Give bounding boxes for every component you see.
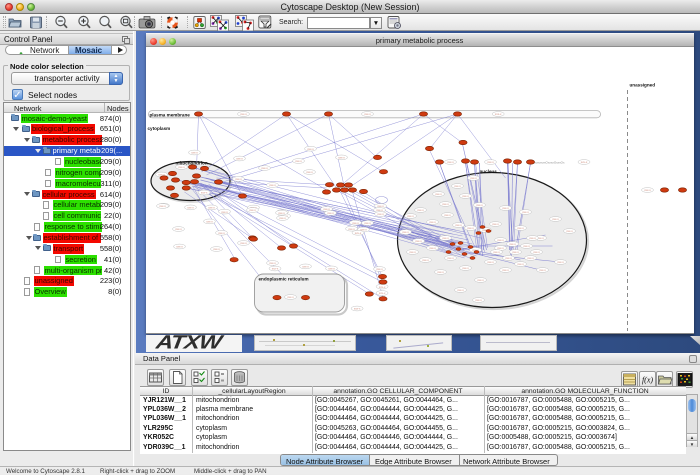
svg-text:xxx-x: xxx-x (200, 191, 207, 195)
svg-text:xxx-x: xxx-x (328, 267, 335, 271)
svg-text:xxx-x: xxx-x (476, 203, 483, 207)
svg-text:xxx-x: xxx-x (271, 267, 278, 271)
svg-text:xxx-x: xxx-x (213, 247, 220, 251)
svg-text:nucleus: nucleus (479, 169, 497, 174)
svg-text:xxx-x: xxx-x (493, 250, 500, 254)
svg-text:xxx-x: xxx-x (455, 223, 462, 227)
svg-text:xxx-x: xxx-x (527, 256, 534, 260)
svg-text:xxx-x: xxx-x (307, 147, 314, 151)
svg-text:xxx-x: xxx-x (533, 250, 540, 254)
svg-text:xxx-x: xxx-x (295, 159, 302, 163)
svg-text:xxx-x: xxx-x (187, 206, 194, 210)
svg-text:xxx-x: xxx-x (442, 202, 449, 206)
svg-text:xxx-x: xxx-x (492, 222, 499, 226)
svg-text:xxx-x: xxx-x (407, 214, 414, 218)
svg-text:xxx-x: xxx-x (364, 112, 371, 116)
svg-text:xxx-x: xxx-x (402, 230, 409, 234)
svg-text:xxxxxxxxOxxxxOxxxOx: xxxxxxxxOxxxxOxxxOx (533, 161, 565, 165)
svg-text:xxx-x: xxx-x (302, 265, 309, 269)
svg-text:xxx-x: xxx-x (353, 307, 360, 311)
svg-text:xxx-x: xxx-x (175, 227, 182, 231)
svg-text:xxx-x: xxx-x (206, 220, 213, 224)
svg-text:xxx-x: xxx-x (376, 267, 383, 271)
svg-text:xxx-x: xxx-x (327, 211, 334, 215)
svg-text:xxx-x: xxx-x (502, 206, 509, 210)
svg-text:xxx-x: xxx-x (523, 244, 530, 248)
svg-text:xxx-x: xxx-x (517, 226, 524, 230)
svg-text:xxx-x: xxx-x (457, 288, 464, 292)
svg-text:xxx-x: xxx-x (306, 170, 313, 174)
svg-text:xxx-x: xxx-x (218, 231, 225, 235)
svg-text:mitochondrion: mitochondrion (175, 161, 207, 166)
svg-text:xxx-x: xxx-x (512, 250, 519, 254)
svg-text:xxx-x: xxx-x (159, 204, 166, 208)
svg-text:xxx-x: xxx-x (378, 291, 385, 295)
svg-text:xxx-x: xxx-x (191, 151, 198, 155)
svg-text:xxx-x: xxx-x (557, 260, 564, 264)
svg-text:endoplasmic reticulum: endoplasmic reticulum (258, 277, 308, 282)
svg-text:xxx-x: xxx-x (494, 112, 501, 116)
svg-text:xxx-x: xxx-x (454, 184, 461, 188)
svg-text:xxx-x: xxx-x (261, 166, 268, 170)
svg-text:xxx-x: xxx-x (580, 160, 587, 164)
svg-text:xxx-x: xxx-x (352, 221, 359, 225)
svg-text:xxx-x: xxx-x (435, 192, 442, 196)
svg-text:xxx-x: xxx-x (417, 208, 424, 212)
svg-text:xxx-x: xxx-x (409, 250, 416, 254)
svg-text:xxx-x: xxx-x (444, 213, 451, 217)
svg-text:xxx-x: xxx-x (422, 258, 429, 262)
svg-text:xxx-x: xxx-x (287, 295, 294, 299)
svg-text:plasma membrane: plasma membrane (149, 113, 190, 118)
svg-text:xxx-x: xxx-x (552, 217, 559, 221)
svg-text:xxx-x: xxx-x (279, 216, 286, 220)
svg-text:xxx-x: xxx-x (447, 256, 454, 260)
svg-text:xxx-x: xxx-x (487, 260, 494, 264)
svg-text:unassigned: unassigned (629, 83, 655, 88)
svg-text:xxx-x: xxx-x (517, 262, 524, 266)
svg-text:xxx-x: xxx-x (176, 245, 183, 249)
svg-text:xxx-x: xxx-x (354, 231, 361, 235)
svg-text:xxx-x: xxx-x (377, 212, 384, 216)
svg-text:f(x): f(x) (642, 376, 653, 385)
svg-text:xxx-x: xxx-x (497, 238, 504, 242)
svg-text:xxx-x: xxx-x (447, 160, 454, 164)
svg-text:xxx-x: xxx-x (415, 239, 422, 243)
svg-text:xxx-x: xxx-x (338, 156, 345, 160)
svg-text:xxx-x: xxx-x (269, 183, 276, 187)
svg-text:xxx-x: xxx-x (269, 261, 276, 265)
svg-text:xxx-x: xxx-x (462, 194, 469, 198)
svg-text:xxx-x: xxx-x (462, 266, 469, 270)
svg-text:cytoplasm: cytoplasm (147, 126, 170, 131)
svg-text:xxx-x: xxx-x (437, 270, 444, 274)
svg-text:xxx-x: xxx-x (470, 176, 477, 180)
svg-text:xxx-x: xxx-x (236, 157, 243, 161)
svg-text:xxx-x: xxx-x (240, 241, 247, 245)
svg-text:xxx-x: xxx-x (208, 206, 215, 210)
svg-text:xxx-x: xxx-x (502, 268, 509, 272)
svg-text:xxx-x: xxx-x (378, 285, 385, 289)
svg-text:xxx-x: xxx-x (278, 211, 285, 215)
svg-text:xxx-x: xxx-x (429, 220, 436, 224)
svg-text:xxx-x: xxx-x (475, 298, 482, 302)
svg-text:xxx-x: xxx-x (487, 160, 494, 164)
svg-text:xxx-x: xxx-x (467, 226, 474, 230)
svg-text:xxx-x: xxx-x (509, 242, 516, 246)
svg-text:xxx-x: xxx-x (442, 236, 449, 240)
svg-text:xxx-x: xxx-x (529, 236, 536, 240)
svg-text:xxx-x: xxx-x (644, 188, 651, 192)
svg-text:xxx-x: xxx-x (429, 246, 436, 250)
svg-text:xxx-x: xxx-x (505, 256, 512, 260)
svg-text:xxx-x: xxx-x (221, 210, 228, 214)
svg-text:xxx-x: xxx-x (566, 229, 573, 233)
svg-text:xxx-x: xxx-x (477, 278, 484, 282)
svg-text:xxx-x: xxx-x (235, 177, 242, 181)
svg-text:xxx-x: xxx-x (364, 221, 371, 225)
svg-text:xxx-x: xxx-x (522, 210, 529, 214)
svg-text:xxx-x: xxx-x (539, 268, 546, 272)
svg-text:xxx-x: xxx-x (178, 165, 185, 169)
svg-text:xxx-x: xxx-x (249, 208, 256, 212)
svg-text:xxx-x: xxx-x (240, 112, 247, 116)
